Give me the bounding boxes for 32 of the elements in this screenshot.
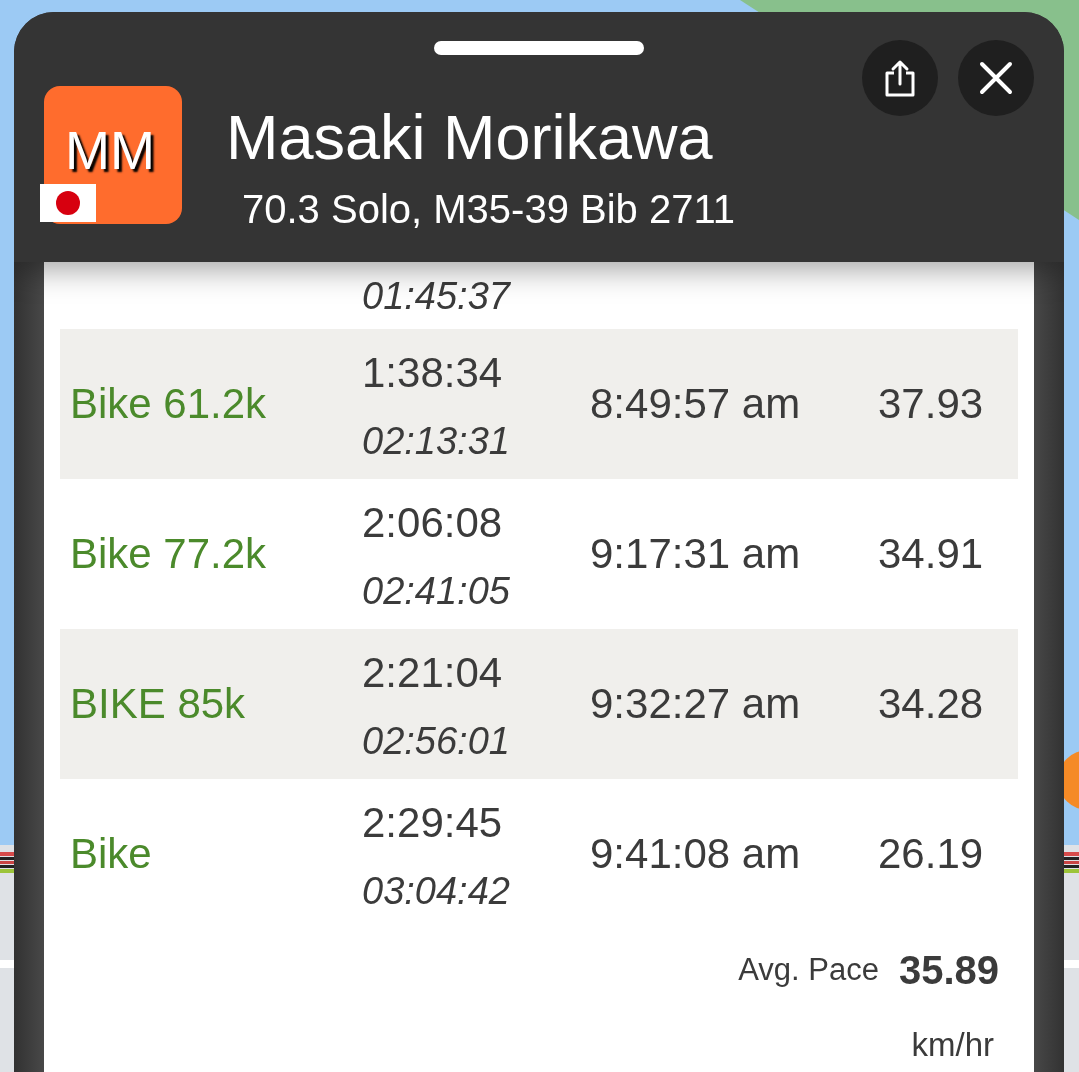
split-time: 2:06:08 [362,497,503,548]
drag-handle[interactable] [434,41,644,55]
segment-name: Bike 61.2k [70,380,267,427]
segment-name: Bike 77.2k [70,530,267,577]
elapsed-time: 01:45:37 [362,274,510,319]
time-of-day: 9:17:31 am [590,530,801,577]
split-time: 2:21:04 [362,647,503,698]
elapsed-time: 02:56:01 [362,718,510,764]
split-time: 1:38:34 [362,347,503,398]
time-of-day: 8:49:57 am [590,380,801,427]
close-icon [979,61,1013,95]
elapsed-time: 03:04:42 [362,868,510,914]
pace-value: 26.19 [878,830,984,877]
segment-name: BIKE 85k [70,680,246,727]
share-icon [885,59,915,97]
avg-pace-label: Avg. Pace [738,951,879,989]
avg-pace-value: 35.89 [898,947,999,993]
flag-icon [40,184,96,222]
pace-value: 34.91 [878,530,984,577]
pace-unit: km/hr [911,1025,994,1065]
segment-name: Bike [70,830,152,877]
time-of-day: 9:32:27 am [590,680,801,727]
athlete-name: Masaki Morikawa [226,101,713,174]
map-marker-icon[interactable] [1064,750,1079,810]
time-of-day: 9:41:08 am [590,830,801,877]
athlete-details: 70.3 Solo, M35-39 Bib 2711 [241,186,735,232]
pace-value: 37.93 [878,380,984,427]
avatar-initials: MM [65,123,155,177]
pace-value: 34.28 [878,680,984,727]
split-time: 2:29:45 [362,797,503,848]
elapsed-time: 02:13:31 [362,418,510,464]
elapsed-time: 02:41:05 [362,568,510,614]
